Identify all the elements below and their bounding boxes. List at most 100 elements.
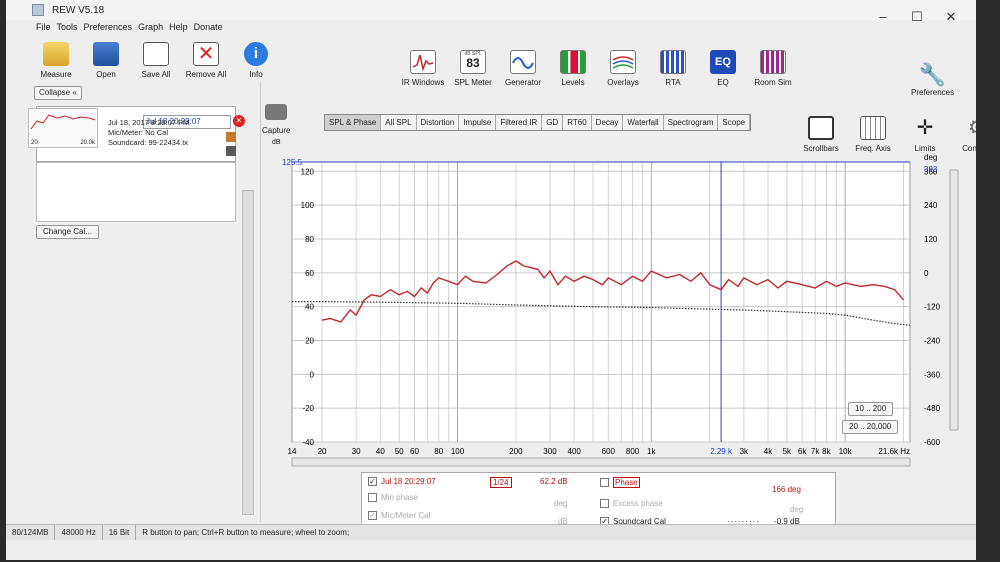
spl-phase-graph[interactable]: 120 100 80 60 40 20 0 -20 -40 360 240 120 0 -120 -240-… — [280, 150, 960, 470]
overlays-label: Overlays — [607, 78, 639, 87]
phase-checkbox[interactable] — [600, 478, 609, 487]
spl-meter-button[interactable]: dB SPL 83 SPL Meter — [451, 50, 495, 87]
y2-top-marker-label: 393 — [924, 165, 938, 174]
room-sim-label: Room Sim — [754, 78, 792, 87]
ir-windows-button[interactable]: IR Windows — [401, 50, 445, 87]
minimize-button[interactable]: – — [866, 0, 900, 24]
rta-icon — [660, 50, 686, 74]
menu-graph[interactable]: Graph — [138, 22, 163, 32]
tab-waterfall[interactable]: Waterfall — [623, 115, 664, 130]
y-top-marker-label: 125.5 — [282, 158, 303, 167]
sample-rate: 48000 Hz — [55, 525, 103, 540]
tab-impulse[interactable]: Impulse — [459, 115, 497, 130]
open-button[interactable]: Open — [86, 42, 126, 79]
info-label: Info — [249, 70, 263, 79]
change-cal-button[interactable]: Change Cal... — [36, 225, 99, 239]
gear-icon: ⚙ — [964, 116, 976, 140]
save-measurement-icon[interactable] — [226, 146, 236, 156]
tab-spectrogram[interactable]: Spectrogram — [664, 115, 719, 130]
status-bar: 80/124MB 48000 Hz 16 Bit R button to pan… — [6, 524, 976, 540]
x-tick-label: 600 — [602, 447, 616, 456]
menu-preferences[interactable]: Preferences — [84, 22, 133, 32]
x-tick-label: 40 — [376, 447, 385, 456]
min-phase-checkbox[interactable] — [368, 493, 377, 502]
tab-gd[interactable]: GD — [542, 115, 564, 130]
tab-spl-phase[interactable]: SPL & Phase — [325, 115, 382, 130]
edit-notes-icon[interactable] — [226, 132, 236, 142]
tab-scope[interactable]: Scope — [718, 115, 751, 130]
menu-tools[interactable]: Tools — [57, 22, 78, 32]
generator-button[interactable]: Generator — [501, 50, 545, 87]
tab-all-spl[interactable]: All SPL — [381, 115, 417, 130]
menu-help[interactable]: Help — [169, 22, 188, 32]
x-tick-label: 30 — [352, 447, 361, 456]
range-20-20000-button[interactable]: 20 .. 20,000 — [842, 420, 899, 434]
remove-all-button[interactable]: ✕ Remove All — [186, 42, 226, 79]
capture-button[interactable]: Capture dB — [262, 104, 290, 146]
measure-icon — [43, 42, 69, 66]
maximize-button[interactable]: ☐ — [900, 0, 934, 24]
collapse-button[interactable]: Collapse « — [34, 86, 82, 100]
range-10-200-button[interactable]: 10 .. 200 — [848, 402, 894, 416]
info-button[interactable]: i Info — [236, 42, 276, 79]
mic-cal-info: Mic/Meter: No Cal — [108, 128, 169, 137]
save-all-button[interactable]: Save All — [136, 42, 176, 79]
x-tick-label: 400 — [568, 447, 582, 456]
controls-button[interactable]: ⚙ Controls — [957, 116, 976, 153]
x-tick-label: 3k — [740, 447, 749, 456]
panel-scrollbar[interactable] — [242, 190, 254, 515]
open-icon — [93, 42, 119, 66]
tab-rt60[interactable]: RT60 — [563, 115, 592, 130]
collapse-label: Collapse — [39, 88, 71, 97]
excess-phase-unit: deg — [790, 505, 804, 514]
y2-tick-label: 0 — [924, 269, 929, 278]
thumbnail-axis-max: 20.0k — [80, 140, 95, 146]
generator-icon — [510, 50, 536, 74]
window-title: REW V5.18 — [52, 4, 105, 16]
bit-depth: 16 Bit — [103, 525, 137, 540]
y2-tick-label: -240 — [924, 336, 941, 345]
overlays-button[interactable]: Overlays — [601, 50, 645, 87]
overlays-icon — [610, 50, 636, 74]
measurement-checkbox[interactable]: ✓ — [368, 477, 377, 486]
legend-measurement-label: Jul 18 20:29:07 — [381, 477, 436, 486]
x-tick-label: 60 — [410, 447, 419, 456]
rta-button[interactable]: RTA — [651, 50, 695, 87]
excess-phase-checkbox[interactable] — [600, 499, 609, 508]
measurement-thumbnail: 20 20.0k — [28, 108, 98, 148]
remove-measurement-icon[interactable]: ✕ — [233, 115, 245, 127]
levels-button[interactable]: Levels — [551, 50, 595, 87]
tab-distortion[interactable]: Distortion — [417, 115, 460, 130]
min-phase-label: Min phase — [381, 493, 418, 502]
graph-tools: Scrollbars Freq. Axis ✛ Limits ⚙ Control… — [801, 116, 976, 153]
close-button[interactable]: ✕ — [934, 0, 968, 24]
mic-cal-checkbox[interactable]: ✓ — [368, 511, 377, 520]
x-tick-label: 80 — [434, 447, 443, 456]
rew-window: REW V5.18 – ☐ ✕ File Tools Preferences G… — [6, 0, 976, 560]
menu-donate[interactable]: Donate — [194, 22, 223, 32]
spl-meter-readout: 83 — [466, 56, 480, 70]
save-all-icon — [143, 42, 169, 66]
main-toolbar: Measure Open Save All ✕ Remove All i Inf… — [36, 42, 276, 79]
menu-file[interactable]: File — [36, 22, 51, 32]
room-sim-button[interactable]: Room Sim — [751, 50, 795, 87]
limits-button[interactable]: ✛ Limits — [905, 116, 945, 153]
tab-decay[interactable]: Decay — [592, 115, 624, 130]
measurement-info: Jul 18, 2017 8:29:07 PM Mic/Meter: No Ca… — [108, 118, 189, 148]
freq-axis-button[interactable]: Freq. Axis — [853, 116, 893, 153]
preferences-button[interactable]: 🔧 Preferences — [911, 62, 954, 97]
smoothing-indicator[interactable]: 1/24 — [490, 477, 512, 488]
tab-filtered-ir[interactable]: Filtered IR — [496, 115, 543, 130]
camera-icon — [265, 104, 288, 120]
preferences-label: Preferences — [911, 88, 955, 97]
x-tick-label: 200 — [509, 447, 523, 456]
scrollbars-button[interactable]: Scrollbars — [801, 116, 841, 153]
graph-legend: ✓ Jul 18 20:29:07 1/24 62.2 dB Phase 166… — [361, 472, 836, 530]
remove-all-label: Remove All — [185, 70, 227, 79]
eq-button[interactable]: EQ EQ — [701, 50, 745, 87]
memory-usage: 80/124MB — [6, 525, 56, 540]
open-label: Open — [96, 70, 116, 79]
ir-windows-label: IR Windows — [401, 78, 445, 87]
measure-button[interactable]: Measure — [36, 42, 76, 79]
wrench-icon: 🔧 — [918, 62, 947, 87]
